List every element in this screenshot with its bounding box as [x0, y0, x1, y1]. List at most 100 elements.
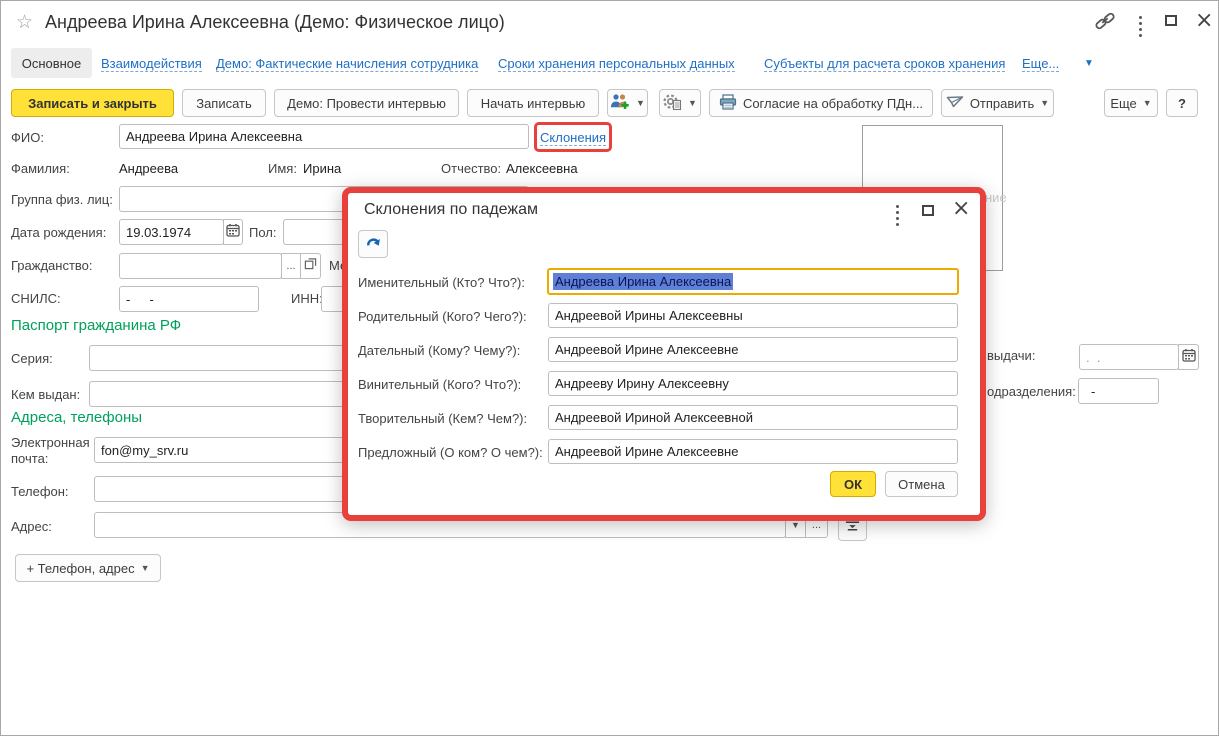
- issue-date-calendar-button[interactable]: [1178, 344, 1199, 370]
- birthdate-label: Дата рождения:: [11, 225, 106, 240]
- tab-more-menu[interactable]: Еще...: [1022, 56, 1059, 72]
- citizenship-input[interactable]: [119, 253, 282, 279]
- refresh-arrow-icon: [365, 235, 382, 254]
- selected-text: Андреева Ирина Алексеевна: [553, 273, 733, 290]
- start-interview-button[interactable]: Начать интервью: [467, 89, 599, 117]
- phone-label: Телефон:: [11, 484, 69, 499]
- birthdate-calendar-button[interactable]: [223, 219, 243, 245]
- dialog-maximize-icon[interactable]: [922, 205, 934, 216]
- printer-icon: [719, 94, 737, 113]
- dialog-refresh-button[interactable]: [358, 230, 388, 258]
- help-button[interactable]: ?: [1166, 89, 1198, 117]
- get-link-icon[interactable]: [1094, 11, 1116, 36]
- declension-input-prepositional[interactable]: [548, 439, 958, 464]
- declension-input-nominative[interactable]: Андреева Ирина Алексеевна: [547, 268, 959, 295]
- declension-input-dative[interactable]: [548, 337, 958, 362]
- issued-by-label: Кем выдан:: [11, 387, 80, 402]
- surname-label: Фамилия:: [11, 161, 70, 176]
- patronymic-value: Алексеевна: [506, 161, 578, 176]
- open-in-form-icon: [304, 257, 317, 275]
- snils-label: СНИЛС:: [11, 291, 61, 306]
- dropdown-caret-icon: ▼: [1040, 99, 1049, 108]
- calendar-icon: [1182, 348, 1196, 367]
- group-label: Группа физ. лиц:: [11, 192, 113, 207]
- ok-button[interactable]: ОК: [830, 471, 876, 497]
- addresses-section-header: Адреса, телефоны: [11, 409, 142, 426]
- department-code-label-fragment: одразделения:: [987, 384, 1076, 399]
- consent-print-label: Согласие на обработку ПДн...: [743, 96, 923, 111]
- series-label: Серия:: [11, 351, 53, 366]
- fio-label: ФИО:: [11, 130, 44, 145]
- gear-document-icon: [663, 93, 682, 114]
- favorite-star-icon[interactable]: ☆: [16, 11, 33, 34]
- cancel-button[interactable]: Отмена: [885, 471, 958, 497]
- declension-label-nominative: Именительный (Кто? Что?):: [358, 275, 525, 290]
- fio-input[interactable]: [119, 124, 529, 149]
- tab-link-retention-subjects[interactable]: Субъекты для расчета сроков хранения: [764, 56, 1005, 72]
- tab-link-retention-periods[interactable]: Сроки хранения персональных данных: [498, 56, 735, 72]
- tab-more-label: Еще...: [1022, 56, 1059, 71]
- consent-print-button[interactable]: Согласие на обработку ПДн...: [709, 89, 933, 117]
- department-code-input[interactable]: [1078, 378, 1159, 404]
- tab-link-demo-accruals[interactable]: Демо: Фактические начисления сотрудника: [216, 56, 478, 72]
- more-label: Еще: [1110, 96, 1136, 111]
- declensions-dialog: Склонения по падежам × Именительный (Кто…: [342, 187, 986, 521]
- more-button[interactable]: Еще ▼: [1104, 89, 1158, 117]
- dialog-menu-dots-icon[interactable]: [894, 203, 901, 228]
- add-phone-address-label: + Телефон, адрес: [26, 561, 134, 576]
- declension-input-genitive[interactable]: [548, 303, 958, 328]
- gender-label: Пол:: [249, 225, 277, 240]
- people-add-icon: [610, 93, 630, 113]
- comment-lines-icon: [845, 520, 860, 535]
- close-icon[interactable]: ×: [1195, 10, 1213, 32]
- name-label: Имя:: [268, 161, 297, 176]
- app-window: ☆ Андреева Ирина Алексеевна (Демо: Физич…: [0, 0, 1219, 736]
- email-label: Электронная почта:: [11, 435, 93, 467]
- declensions-link[interactable]: Склонения: [540, 130, 606, 146]
- birthdate-input[interactable]: [119, 219, 224, 245]
- declension-label-accusative: Винительный (Кого? Что?):: [358, 377, 521, 392]
- declension-label-prepositional: Предложный (О ком? О чем?):: [358, 445, 543, 460]
- dropdown-caret-icon: ▼: [1143, 99, 1152, 108]
- dropdown-caret-icon: ▼: [688, 99, 697, 108]
- demo-interview-button[interactable]: Демо: Провести интервью: [274, 89, 459, 117]
- dialog-title: Склонения по падежам: [364, 201, 538, 219]
- dropdown-caret-icon: ▼: [636, 99, 645, 108]
- tab-main[interactable]: Основное: [11, 48, 92, 78]
- window-menu-dots-icon[interactable]: [1137, 14, 1144, 39]
- calendar-icon: [226, 223, 240, 242]
- declension-label-instrumental: Творительный (Кем? Чем?):: [358, 411, 527, 426]
- save-and-close-button[interactable]: Записать и закрыть: [11, 89, 174, 117]
- send-button[interactable]: Отправить ▼: [941, 89, 1054, 117]
- dropdown-caret-icon: ▼: [791, 521, 800, 530]
- send-plane-icon: [946, 95, 964, 112]
- save-button[interactable]: Записать: [182, 89, 266, 117]
- citizenship-label: Гражданство:: [11, 258, 93, 273]
- surname-value: Андреева: [119, 161, 178, 176]
- tab-link-interactions[interactable]: Взаимодействия: [101, 56, 202, 72]
- citizenship-open-button[interactable]: [300, 253, 321, 279]
- dialog-close-icon[interactable]: ×: [952, 198, 970, 220]
- declension-input-instrumental[interactable]: [548, 405, 958, 430]
- send-label: Отправить: [970, 96, 1034, 111]
- name-value: Ирина: [303, 161, 341, 176]
- passport-section-header: Паспорт гражданина РФ: [11, 317, 181, 334]
- citizenship-ellipsis-button[interactable]: ...: [281, 253, 301, 279]
- issue-date-label-fragment: выдачи:: [987, 348, 1035, 363]
- address-label: Адрес:: [11, 519, 52, 534]
- add-phone-address-button[interactable]: + Телефон, адрес ▼: [15, 554, 161, 582]
- patronymic-label: Отчество:: [441, 161, 501, 176]
- templates-button[interactable]: ▼: [659, 89, 701, 117]
- snils-input[interactable]: [119, 286, 259, 312]
- issue-date-input[interactable]: [1079, 344, 1179, 370]
- dropdown-caret-icon: ▼: [141, 564, 150, 573]
- tab-more-caret-icon: ▼: [1084, 58, 1094, 69]
- declension-input-accusative[interactable]: [548, 371, 958, 396]
- maximize-icon[interactable]: [1165, 15, 1177, 26]
- page-title: Андреева Ирина Алексеевна (Демо: Физичес…: [45, 12, 505, 33]
- photo-caption-fragment: ние: [985, 190, 1007, 205]
- create-based-on-button[interactable]: ▼: [607, 89, 648, 117]
- inn-label: ИНН:: [291, 291, 323, 306]
- declension-label-genitive: Родительный (Кого? Чего?):: [358, 309, 527, 324]
- declension-label-dative: Дательный (Кому? Чему?):: [358, 343, 520, 358]
